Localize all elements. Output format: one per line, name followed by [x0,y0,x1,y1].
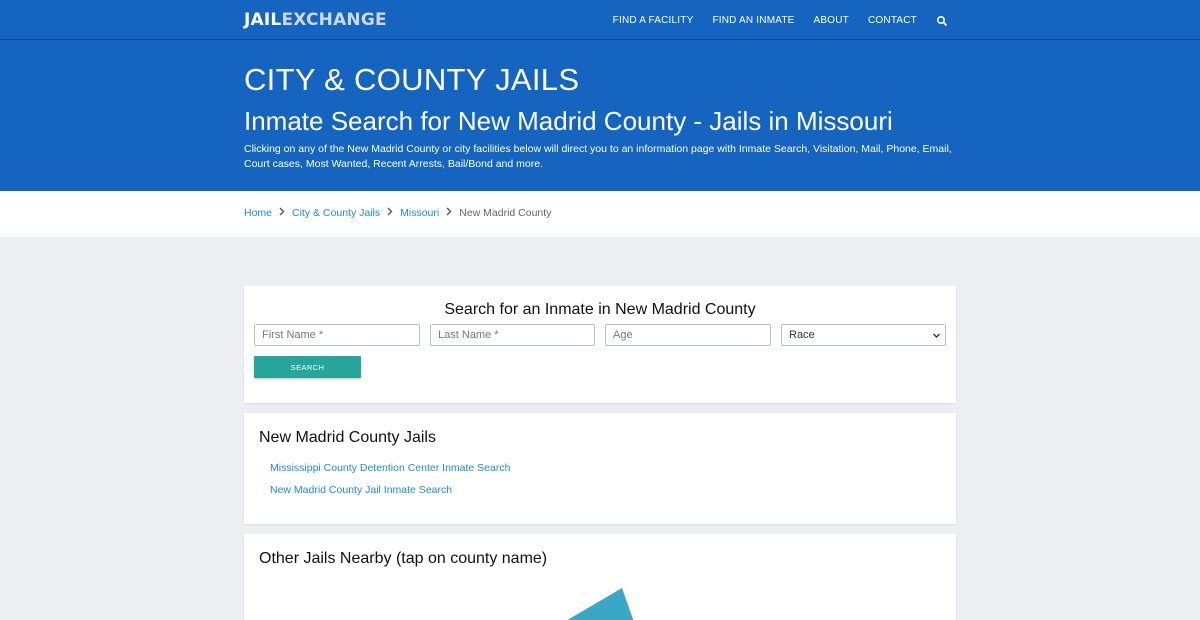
hero-description: Clicking on any of the New Madrid County… [244,143,952,170]
breadcrumb: Home City & County Jails Missouri New Ma… [244,207,551,219]
jail-link-new-madrid-county[interactable]: New Madrid County Jail Inmate Search [270,484,452,496]
page-subtitle: Inmate Search for New Madrid County - Ja… [244,106,893,136]
breadcrumb-current: New Madrid County [459,207,552,219]
county-map-shape[interactable] [564,588,634,620]
county-jails-title: New Madrid County Jails [259,429,436,446]
chevron-right-icon [387,207,393,219]
nearby-jails-card: Other Jails Nearby (tap on county name) [244,534,956,620]
breadcrumb-bar: Home City & County Jails Missouri New Ma… [0,191,1200,237]
nav-about[interactable]: ABOUT [814,15,849,26]
race-select[interactable]: Race [781,324,946,346]
logo-text-exchange: EXCHANGE [281,10,387,30]
race-select-value: Race [789,329,815,341]
nav-find-a-facility[interactable]: FIND A FACILITY [613,15,694,26]
last-name-input[interactable] [430,324,595,346]
nav-contact[interactable]: CONTACT [868,15,917,26]
inmate-search-card: Search for an Inmate in New Madrid Count… [244,286,956,403]
search-form-title: Search for an Inmate in New Madrid Count… [444,301,756,318]
jail-link-mississippi-county[interactable]: Mississippi County Detention Center Inma… [270,462,510,474]
chevron-right-icon [279,207,285,219]
nav-find-an-inmate[interactable]: FIND AN INMATE [712,15,794,26]
chevron-down-icon [932,331,941,340]
search-icon[interactable] [936,14,948,26]
page-title: CITY & COUNTY JAILS [244,62,580,97]
first-name-input[interactable] [254,324,420,346]
breadcrumb-city-county-jails[interactable]: City & County Jails [292,207,380,219]
breadcrumb-home[interactable]: Home [244,207,272,219]
chevron-right-icon [446,207,452,219]
age-input[interactable] [605,324,771,346]
breadcrumb-missouri[interactable]: Missouri [400,207,439,219]
site-logo[interactable]: JAILEXCHANGE [244,10,387,30]
county-jails-card: New Madrid County Jails Mississippi Coun… [244,413,956,524]
county-map[interactable] [564,588,634,620]
top-navbar: JAILEXCHANGE FIND A FACILITY FIND AN INM… [0,0,1200,40]
main-nav: FIND A FACILITY FIND AN INMATE ABOUT CON… [613,0,948,40]
hero-banner: CITY & COUNTY JAILS Inmate Search for Ne… [0,40,1200,191]
search-button[interactable]: SEARCH [254,356,361,378]
nearby-jails-title: Other Jails Nearby (tap on county name) [259,550,548,567]
logo-text-jail: JAIL [244,10,282,30]
